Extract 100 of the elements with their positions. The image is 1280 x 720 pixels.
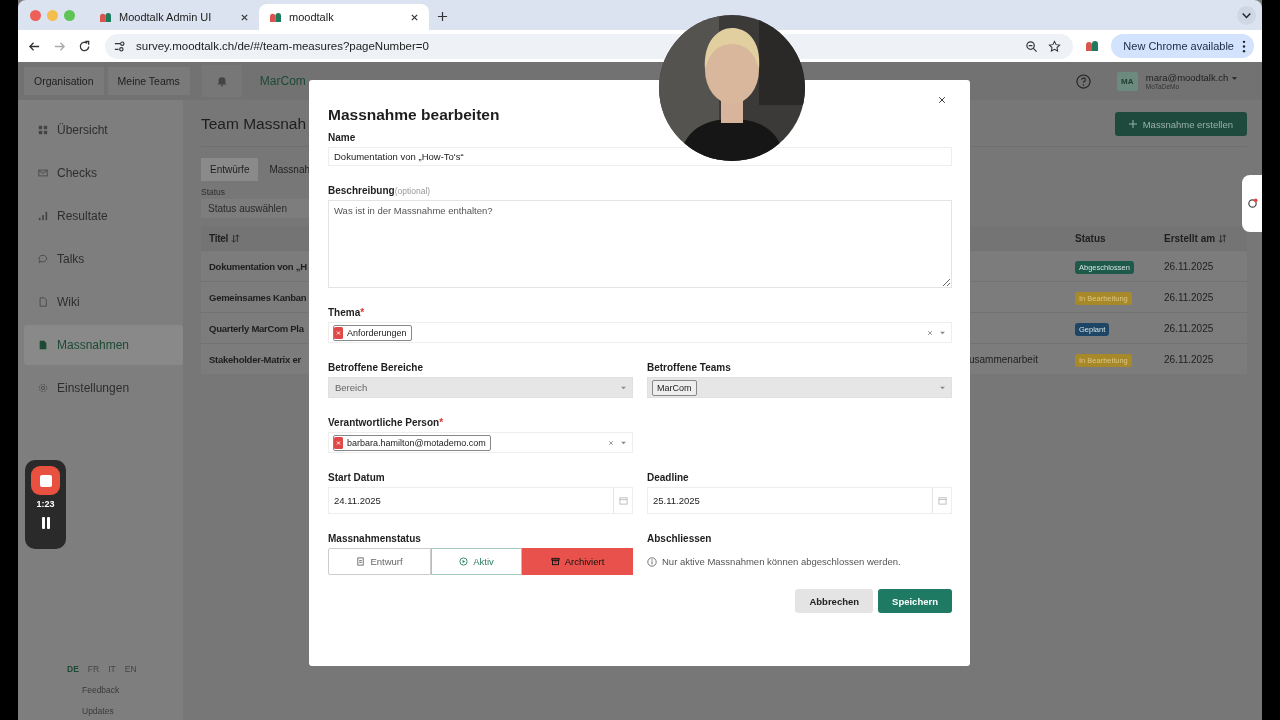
grid-icon [38, 125, 48, 135]
sidebar-item[interactable]: Wiki [24, 282, 183, 322]
tag: barbara.hamilton@motademo.com [333, 434, 491, 451]
column-header[interactable]: Titel [209, 232, 241, 244]
envelope-icon [38, 168, 48, 178]
table-cell-text: Dokumentation von „H [208, 260, 308, 272]
table-cell-text: Stakeholder-Matrix er [208, 353, 302, 365]
app-logo-icon [99, 11, 112, 23]
table-cell-text: Quarterly MarCom Pla [208, 322, 305, 334]
field-label: Name [328, 132, 357, 143]
plus-icon [1128, 119, 1137, 128]
field-label: Thema* [328, 307, 366, 318]
extension-icon[interactable] [1085, 40, 1100, 52]
sidebar-item[interactable]: Resultate [24, 196, 183, 236]
close-icon[interactable] [240, 12, 249, 22]
info-icon [647, 556, 657, 567]
status-option[interactable]: Aktiv [431, 548, 522, 575]
tag: MarCom [652, 379, 697, 396]
document-icon [356, 557, 366, 566]
sidebar-item[interactable]: Massnahmen [24, 325, 183, 365]
table-cell-text: 26.11.2025 [1164, 260, 1215, 272]
footer-link[interactable]: Feedback [24, 685, 120, 695]
browser-tab[interactable]: Moodtalk Admin UI [89, 4, 259, 30]
menu-icon[interactable] [1242, 39, 1246, 53]
remove-icon[interactable] [334, 435, 343, 450]
table-cell-text: 26.11.2025 [1164, 291, 1215, 303]
table-cell: usammenarbeit [969, 353, 1038, 365]
star-icon[interactable] [1048, 39, 1062, 53]
record-icon [1246, 198, 1258, 209]
table-cell-text: Gemeinsames Kanban [208, 291, 308, 303]
select-field[interactable]: barbara.hamilton@motademo.com [328, 432, 633, 453]
site-settings-icon[interactable] [113, 39, 126, 53]
save-button[interactable]: Speichern [878, 589, 952, 613]
remove-icon[interactable] [334, 325, 343, 340]
status-option[interactable]: Entwurf [328, 548, 431, 575]
field-label: Abschliessen [647, 533, 713, 544]
table-cell-text: 26.11.2025 [1164, 322, 1215, 334]
column-header[interactable]: Erstellt am [1164, 232, 1228, 244]
table-cell-text: 26.11.2025 [1164, 353, 1215, 365]
sort-icon[interactable] [1218, 233, 1228, 243]
tab-list-icon[interactable] [1237, 6, 1256, 25]
field-label: Massnahmenstatus [328, 533, 422, 544]
caret-icon [1231, 76, 1238, 81]
tag: Anforderungen [333, 324, 412, 341]
side-widget-tab[interactable] [1242, 175, 1262, 232]
caret-icon[interactable] [620, 440, 627, 445]
close-icon[interactable] [938, 96, 946, 104]
recording-time: 1:23 [36, 499, 55, 509]
name-field[interactable]: Dokumentation von „How-To's“ [328, 147, 952, 166]
dialog-title: Massnahme bearbeiten [328, 106, 500, 124]
speech-bubble-icon [38, 254, 48, 264]
sidebar-item[interactable]: Übersicht [24, 110, 183, 150]
sidebar-item[interactable]: Einstellungen [24, 368, 183, 408]
sidebar-item[interactable]: Checks [24, 153, 183, 193]
nav-link[interactable]: Meine Teams [107, 67, 190, 95]
play-icon [459, 557, 469, 566]
bar-chart-icon [38, 211, 48, 221]
clear-icon[interactable] [608, 439, 614, 446]
user-menu[interactable]: mara@moodtalk.ch [1145, 72, 1238, 83]
select-field[interactable]: Anforderungen [328, 322, 952, 343]
team-dropdown[interactable]: MarCom [249, 66, 327, 96]
date-field[interactable]: 25.11.2025 [647, 487, 952, 514]
help-icon[interactable] [1075, 73, 1091, 89]
browser-tab[interactable]: moodtalk [259, 4, 429, 30]
pause-icon[interactable] [40, 517, 51, 529]
document-icon [38, 297, 48, 307]
archive-icon [550, 557, 560, 566]
date-field[interactable]: 24.11.2025 [328, 487, 633, 514]
field-label: Start Datum [328, 472, 386, 483]
status-option[interactable]: Archiviert [522, 548, 633, 575]
field-label: Verantwortliche Person* [328, 417, 445, 428]
close-icon[interactable] [410, 12, 419, 22]
clear-icon[interactable] [927, 329, 933, 336]
close-window-button[interactable] [30, 9, 41, 21]
sidebar-item[interactable]: Talks [24, 239, 183, 279]
info-text: Nur aktive Massnahmen können abgeschlossen werden. [662, 556, 901, 567]
zoom-icon[interactable] [1025, 39, 1039, 53]
field-label: Deadline [647, 472, 690, 483]
field-label: Beschreibung(optional) [328, 185, 432, 196]
footer-link[interactable]: Updates [24, 706, 114, 716]
language-option[interactable]: DE [67, 664, 79, 674]
create-button[interactable]: Massnahme erstellen [1114, 112, 1247, 136]
cancel-button[interactable]: Abbrechen [795, 589, 874, 613]
description-field[interactable]: Was ist in der Massnahme enthalten? [328, 200, 952, 288]
tab[interactable]: Entwürfe [201, 158, 259, 181]
sort-icon[interactable] [231, 233, 241, 243]
filter-label: Status [201, 187, 226, 197]
update-button[interactable]: New Chrome available [1111, 34, 1254, 58]
new-tab-icon[interactable] [437, 11, 448, 22]
field-label: Betroffene Teams [647, 362, 732, 373]
nav-link[interactable]: Organisation [24, 67, 104, 95]
settings-icon [38, 383, 48, 393]
reload-icon[interactable] [78, 39, 91, 53]
notifications-button[interactable] [201, 65, 242, 97]
field-label: Betroffene Bereiche [328, 362, 425, 373]
page-title: Team Massnah [201, 115, 307, 133]
stop-recording-button[interactable] [31, 466, 60, 495]
column-header[interactable]: Status [1075, 232, 1106, 244]
caret-icon[interactable] [939, 330, 946, 335]
user-avatar[interactable]: MA [1116, 71, 1138, 91]
